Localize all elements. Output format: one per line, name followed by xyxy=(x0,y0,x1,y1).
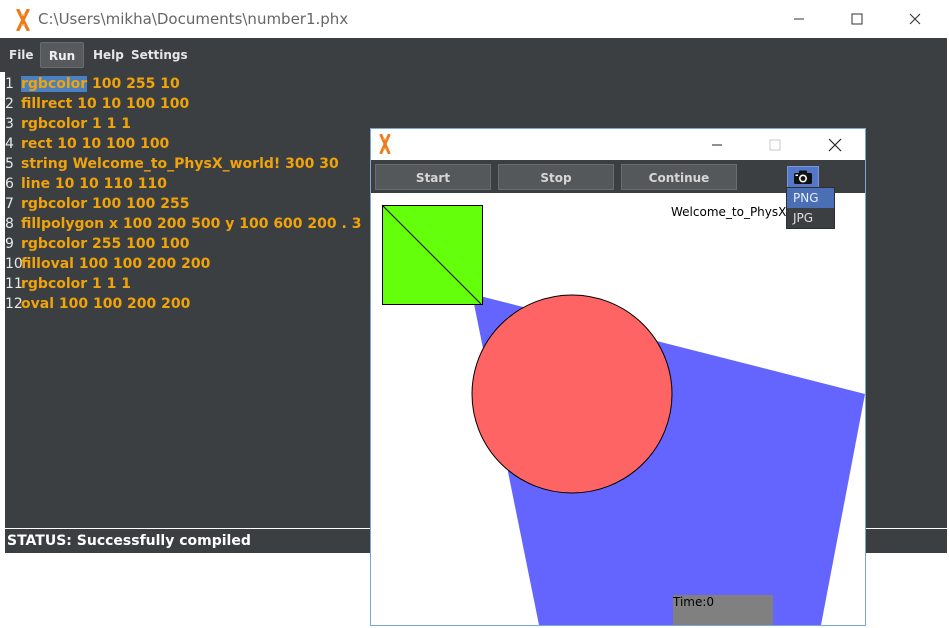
camera-icon xyxy=(794,170,812,184)
close-icon xyxy=(909,13,921,25)
code-text[interactable]: rgbcolor 1 1 1 xyxy=(21,276,131,292)
time-display: Time:0 xyxy=(673,595,773,625)
code-line[interactable]: 2 fillrect 10 10 100 100 xyxy=(5,94,189,114)
canvas-string: Welcome_to_PhysX_ xyxy=(671,205,793,219)
menu-file[interactable]: File xyxy=(9,38,34,72)
window-title: C:\Users\mikha\Documents\number1.phx xyxy=(38,10,349,28)
stop-button[interactable]: Stop xyxy=(498,164,614,190)
minimize-icon xyxy=(712,144,722,145)
physx-logo-icon xyxy=(379,134,391,154)
maximize-icon xyxy=(769,139,781,150)
status-text: STATUS: Successfully compiled xyxy=(7,533,251,549)
code-text[interactable]: rgbcolor 100 100 255 xyxy=(21,196,189,212)
code-line[interactable]: 1 rgbcolor 100 255 10 xyxy=(5,74,180,94)
drawing-canvas: Welcome_to_PhysX_ Time:0 xyxy=(371,193,865,625)
export-format-menu: PNG JPG xyxy=(786,187,835,229)
line-number: 6 xyxy=(5,176,14,192)
code-line[interactable]: 12oval 100 100 200 200 xyxy=(5,294,190,314)
preview-title-bar xyxy=(371,129,865,160)
code-text[interactable]: rgbcolor 255 100 100 xyxy=(21,236,189,252)
code-line[interactable]: 6 line 10 10 110 110 xyxy=(5,174,167,194)
line-number: 11 xyxy=(5,276,23,292)
code-text[interactable]: fillpolygon x 100 200 500 y 100 600 200 … xyxy=(21,216,361,232)
close-icon xyxy=(828,138,842,151)
code-line[interactable]: 4 rect 10 10 100 100 xyxy=(5,134,169,154)
line-number: 2 xyxy=(5,96,14,112)
export-png-option[interactable]: PNG xyxy=(787,188,834,208)
code-line[interactable]: 9 rgbcolor 255 100 100 xyxy=(5,234,189,254)
code-text[interactable]: rgbcolor 1 1 1 xyxy=(21,116,131,132)
selected-text[interactable]: rgbcolor xyxy=(21,76,88,92)
minimize-button[interactable] xyxy=(776,0,822,38)
line-number: 1 xyxy=(5,76,14,92)
preview-maximize-button[interactable] xyxy=(753,129,797,160)
code-text[interactable]: 100 255 10 xyxy=(87,76,180,92)
physx-logo-icon xyxy=(16,9,30,31)
screenshot-button[interactable] xyxy=(787,166,819,188)
code-line[interactable]: 11rgbcolor 1 1 1 xyxy=(5,274,131,294)
menu-bar: File Run Help Settings xyxy=(0,38,947,72)
line-number: 12 xyxy=(5,296,23,312)
time-label: Time:0 xyxy=(673,595,715,609)
preview-window: Start Stop Continue Welcome_to_PhysX_ Ti… xyxy=(370,128,866,626)
preview-close-button[interactable] xyxy=(813,129,857,160)
code-line[interactable]: 8 fillpolygon x 100 200 500 y 100 600 200… xyxy=(5,214,361,234)
line-number: 4 xyxy=(5,136,14,152)
line-number: 10 xyxy=(5,256,23,272)
line-number: 9 xyxy=(5,236,14,252)
code-line[interactable]: 3 rgbcolor 1 1 1 xyxy=(5,114,131,134)
preview-minimize-button[interactable] xyxy=(695,129,739,160)
line-number: 5 xyxy=(5,156,14,172)
line-number: 8 xyxy=(5,216,14,232)
canvas-drawing xyxy=(381,204,865,625)
title-bar: C:\Users\mikha\Documents\number1.phx xyxy=(0,0,947,38)
code-text[interactable]: rect 10 10 100 100 xyxy=(21,136,169,152)
minimize-icon xyxy=(794,18,804,20)
code-text[interactable]: filloval 100 100 200 200 xyxy=(21,256,210,272)
line-number: 7 xyxy=(5,196,14,212)
code-line[interactable]: 10filloval 100 100 200 200 xyxy=(5,254,210,274)
filled-oval xyxy=(472,295,672,493)
menu-help[interactable]: Help xyxy=(93,38,124,72)
export-jpg-option[interactable]: JPG xyxy=(787,208,834,228)
line-number: 3 xyxy=(5,116,14,132)
code-line[interactable]: 7 rgbcolor 100 100 255 xyxy=(5,194,189,214)
code-text[interactable]: line 10 10 110 110 xyxy=(21,176,167,192)
maximize-icon xyxy=(851,13,863,25)
menu-settings[interactable]: Settings xyxy=(131,38,188,72)
code-text[interactable]: oval 100 100 200 200 xyxy=(21,296,190,312)
code-text[interactable]: string Welcome_to_PhysX_world! 300 30 xyxy=(21,156,339,172)
code-line[interactable]: 5 string Welcome_to_PhysX_world! 300 30 xyxy=(5,154,339,174)
start-button[interactable]: Start xyxy=(375,164,491,190)
code-text[interactable]: fillrect 10 10 100 100 xyxy=(21,96,189,112)
close-button[interactable] xyxy=(892,0,938,38)
continue-button[interactable]: Continue xyxy=(621,164,737,190)
menu-run[interactable]: Run xyxy=(40,42,84,68)
maximize-button[interactable] xyxy=(834,0,880,38)
